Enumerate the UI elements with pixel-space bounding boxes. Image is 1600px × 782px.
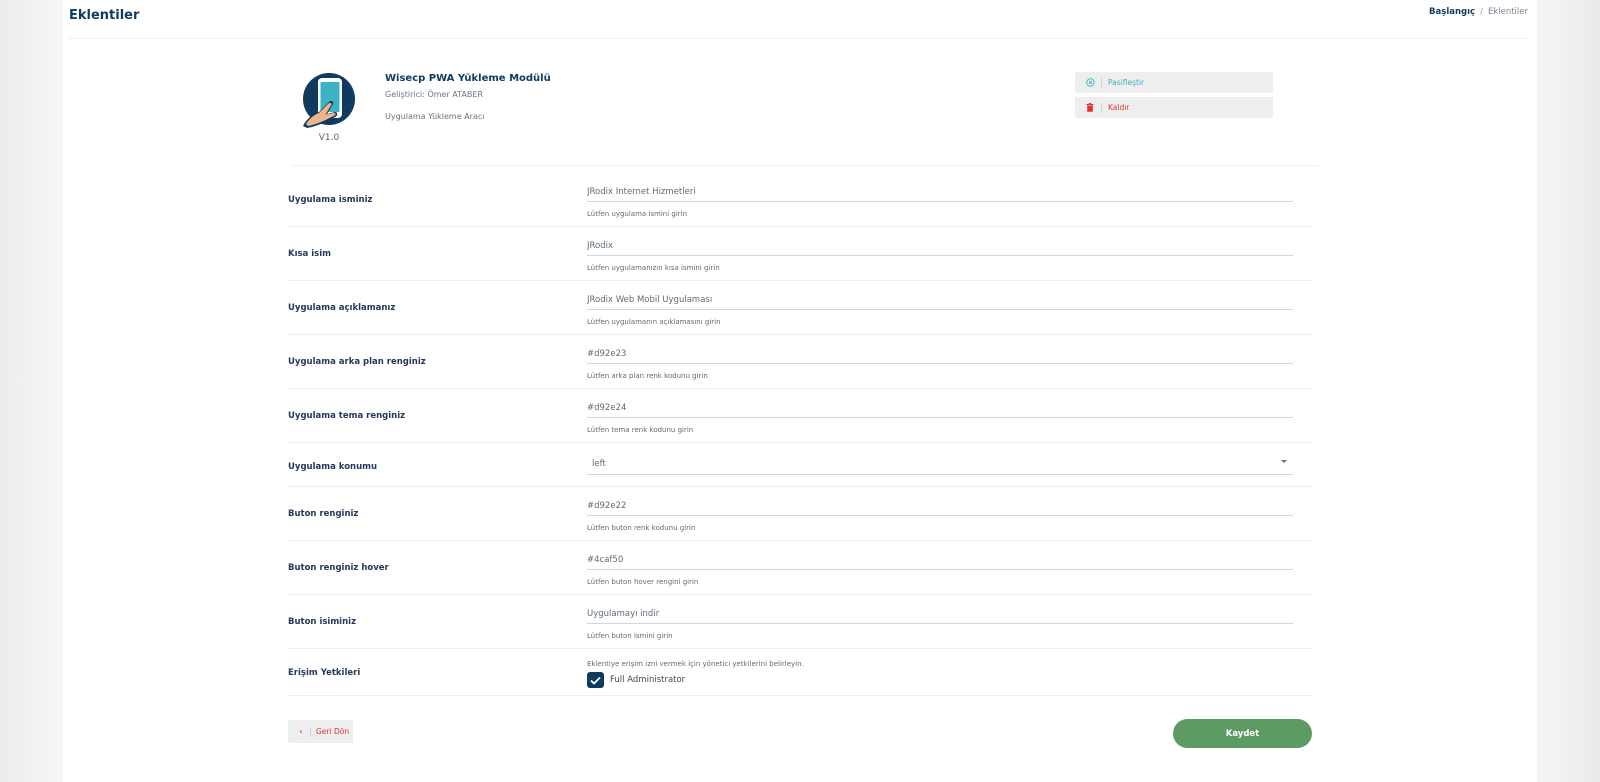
breadcrumb-home-link[interactable]: Başlangıç xyxy=(1429,7,1475,17)
breadcrumb: Başlangıç / Eklentiler xyxy=(1429,7,1528,17)
plugin-developer: Geliştirici: Ömer ATABER xyxy=(385,90,483,99)
remove-label: Kaldır xyxy=(1108,103,1130,112)
button-color-input[interactable] xyxy=(587,501,1293,516)
plugin-version: V1.0 xyxy=(318,133,340,143)
button-name-input[interactable] xyxy=(587,609,1293,624)
checkmark-icon xyxy=(590,676,601,685)
deactivate-label: Pasifleştir xyxy=(1108,78,1145,87)
bg-color-input[interactable] xyxy=(587,349,1293,364)
button-hover-input[interactable] xyxy=(587,555,1293,570)
button-name-help: Lütfen buton ismini girin xyxy=(587,632,673,640)
form-row-app-name: Uygulama isminiz Lütfen uygulama ismini … xyxy=(288,170,1312,227)
form-row-permissions: Erişim Yetkileri Eklentiye erişim izni v… xyxy=(288,649,1312,696)
circle-x-icon xyxy=(1083,78,1097,87)
short-name-input[interactable] xyxy=(587,241,1293,256)
theme-color-input[interactable] xyxy=(587,403,1293,418)
position-selected-value: left xyxy=(592,458,606,469)
chevron-down-icon xyxy=(1281,460,1287,463)
button-divider xyxy=(1101,77,1102,88)
trash-icon xyxy=(1083,103,1097,112)
button-divider xyxy=(310,726,311,737)
theme-color-label: Uygulama tema renginiz xyxy=(288,411,406,421)
plugin-name: Wisecp PWA Yükleme Modülü xyxy=(385,73,551,84)
deactivate-button[interactable]: Pasifleştir xyxy=(1075,72,1273,93)
app-name-input[interactable] xyxy=(587,187,1293,202)
remove-button[interactable]: Kaldır xyxy=(1075,97,1273,118)
permissions-help: Eklentiye erişim izni vermek için yöneti… xyxy=(587,660,804,668)
back-label: Geri Dön xyxy=(316,727,350,736)
plugin-header-divider xyxy=(291,165,1319,166)
form-row-button-hover: Buton renginiz hover Lütfen buton hover … xyxy=(288,541,1312,595)
header-divider xyxy=(68,38,1530,39)
position-select[interactable]: left xyxy=(587,453,1293,475)
position-label: Uygulama konumu xyxy=(288,462,378,472)
app-description-help: Lütfen uygulamanın açıklamasını girin xyxy=(587,318,721,326)
form-row-short-name: Kısa isim Lütfen uygulamanızın kısa ismi… xyxy=(288,227,1312,281)
full-admin-label[interactable]: Full Administrator xyxy=(610,675,685,685)
button-color-help: Lütfen buton renk kodunu girin xyxy=(587,524,696,532)
button-hover-label: Buton renginiz hover xyxy=(288,563,389,573)
plugin-settings-form: Uygulama isminiz Lütfen uygulama ismini … xyxy=(288,170,1312,696)
phone-touch-icon xyxy=(301,72,359,130)
form-row-position: Uygulama konumu left xyxy=(288,443,1312,487)
form-row-button-name: Buton isiminiz Lütfen buton ismini girin xyxy=(288,595,1312,649)
form-row-bg-color: Uygulama arka plan renginiz Lütfen arka … xyxy=(288,335,1312,389)
app-name-label: Uygulama isminiz xyxy=(288,195,373,205)
form-row-app-description: Uygulama açıklamanız Lütfen uygulamanın … xyxy=(288,281,1312,335)
button-divider xyxy=(1101,102,1102,113)
bg-color-help: Lütfen arka plan renk kodunu girin xyxy=(587,372,708,380)
back-button[interactable]: ‹ Geri Dön xyxy=(288,720,353,743)
app-name-help: Lütfen uygulama ismini girin xyxy=(587,210,688,218)
button-hover-help: Lütfen buton hover rengini girin xyxy=(587,578,699,586)
breadcrumb-current: Eklentiler xyxy=(1487,7,1528,17)
save-button[interactable]: Kaydet xyxy=(1173,719,1312,748)
button-color-label: Buton renginiz xyxy=(288,509,359,519)
short-name-help: Lütfen uygulamanızın kısa ismini girin xyxy=(587,264,720,272)
page-title: Eklentiler xyxy=(69,8,140,23)
app-description-input[interactable] xyxy=(587,295,1293,310)
permissions-label: Erişim Yetkileri xyxy=(288,668,361,678)
short-name-label: Kısa isim xyxy=(288,249,331,259)
plugin-description: Uygulama Yükleme Aracı xyxy=(385,112,485,121)
breadcrumb-separator: / xyxy=(1480,7,1483,17)
chevron-left-icon: ‹ xyxy=(299,727,303,736)
bg-color-label: Uygulama arka plan renginiz xyxy=(288,357,426,367)
form-row-button-color: Buton renginiz Lütfen buton renk kodunu … xyxy=(288,487,1312,541)
button-name-label: Buton isiminiz xyxy=(288,617,357,627)
full-admin-checkbox[interactable] xyxy=(587,672,604,688)
theme-color-help: Lütfen tema renk kodunu girin xyxy=(587,426,694,434)
form-row-theme-color: Uygulama tema renginiz Lütfen tema renk … xyxy=(288,389,1312,443)
app-description-label: Uygulama açıklamanız xyxy=(288,303,396,313)
